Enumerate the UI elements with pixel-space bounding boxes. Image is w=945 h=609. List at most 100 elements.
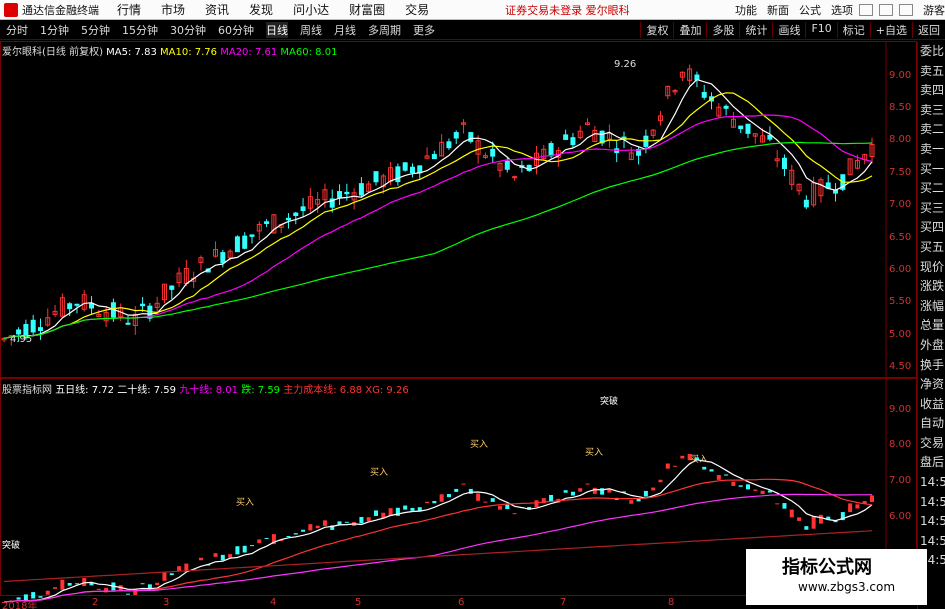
indicator-line4: 跌: 7.59 [241, 385, 281, 396]
signal-candle [673, 465, 678, 467]
signal-candle [228, 554, 233, 558]
quote-label: 涨幅 [920, 298, 945, 313]
sub-five-day-line [3, 459, 873, 603]
quote-label: 买三 [920, 200, 945, 215]
indicator-line5: 主力成本线: 6.88 [283, 385, 363, 396]
candle-body [300, 206, 306, 212]
quote-label: 买二 [920, 181, 945, 196]
quote-label: 卖四 [920, 83, 945, 98]
ma10-value: MA10: 7.76 [160, 47, 218, 58]
side-tab[interactable]: 交易 [918, 434, 945, 454]
signal-candle [643, 490, 648, 497]
price-tick: 4.50 [889, 361, 912, 372]
candle-body [37, 327, 43, 331]
signal-candle [549, 494, 554, 502]
candle-body [803, 199, 809, 208]
signal-candle [38, 596, 43, 598]
signal-candle [162, 572, 167, 581]
signal-candle [322, 520, 327, 526]
signal-candle [490, 498, 495, 502]
candle-body [723, 105, 729, 109]
quote-label: 买一 [920, 161, 945, 176]
candle-body [468, 132, 474, 142]
signal-candle [483, 501, 488, 503]
signal-candle [446, 494, 451, 498]
signal-candle [264, 537, 269, 539]
signal-candle [498, 505, 502, 510]
watermark-title: 指标公式网 [782, 557, 872, 578]
candle-body [337, 191, 343, 198]
sub-tick: 8.00 [889, 439, 912, 450]
signal-candle [242, 545, 247, 553]
candle-body [701, 91, 707, 98]
quote-label: 涨跌 [920, 279, 945, 294]
signal-candle [45, 590, 50, 595]
signal-candle [213, 553, 218, 557]
candle-body [169, 285, 175, 290]
signal-candle [789, 509, 794, 518]
side-tab[interactable]: 盘后 [918, 453, 945, 473]
ma5-value: MA5: 7.83 [106, 47, 157, 58]
signal-candle [804, 526, 809, 530]
candle-body [285, 217, 291, 221]
signal-candle [96, 588, 101, 590]
quote-label: 委比 [920, 44, 945, 58]
signal-candle [658, 479, 663, 483]
signal-candle [359, 516, 364, 524]
signal-candle [534, 500, 539, 507]
quote-label: 卖三 [920, 102, 945, 117]
price-tick: 6.50 [889, 232, 912, 243]
candle-body [234, 236, 240, 253]
candle-body [264, 221, 270, 225]
quote-label: 卖五 [920, 63, 945, 78]
high-price-label: 9.26 [614, 59, 636, 70]
main-legend: 爱尔眼科(日线 前复权) MA5: 7.83 MA10: 7.76 MA20: … [2, 43, 337, 58]
signal-candle [388, 508, 393, 516]
signal-candle [53, 587, 58, 589]
buy-signal: 买入 [370, 467, 388, 478]
side-tab[interactable]: 自动 [918, 414, 945, 434]
signal-candle [870, 495, 874, 503]
signal-candle [169, 573, 174, 576]
price-tick: 8.50 [889, 102, 912, 113]
buy-signal: 买入 [236, 497, 254, 508]
candle-body [249, 234, 255, 237]
ma10-line [3, 92, 873, 339]
x-label: 8 [668, 597, 675, 608]
break-signal: 突破 [2, 539, 20, 551]
signal-candle [235, 546, 240, 555]
signal-candle [505, 504, 510, 510]
signal-candle [680, 455, 685, 459]
signal-candle [126, 593, 130, 595]
signal-candle [198, 557, 203, 561]
watermark-url: www.zbgs3.com [798, 580, 896, 594]
price-tick: 6.00 [889, 264, 912, 275]
candle-body [504, 160, 510, 170]
signal-candle [301, 529, 306, 532]
user-guest[interactable]: 游客 [923, 2, 945, 18]
candle-body [140, 303, 146, 307]
signal-candle [337, 521, 342, 525]
signal-candle [512, 513, 517, 515]
kline-chart[interactable]: 9.264.95买入买入买入买入买入突破突破 [0, 0, 917, 609]
signal-candle [476, 493, 481, 501]
signal-candle [461, 483, 466, 485]
quote-label: 外盘 [920, 337, 945, 352]
x-label: 7 [560, 597, 567, 608]
signal-candle [848, 503, 853, 513]
signal-candle [344, 521, 349, 523]
candle-body [89, 302, 95, 309]
signal-candle [760, 490, 765, 495]
indicator-name: 股票指标网 [2, 385, 52, 396]
sub-ninety-line [3, 493, 873, 603]
candle-body [402, 162, 408, 171]
candle-body [548, 143, 554, 157]
signal-candle [782, 503, 787, 509]
signal-candle [563, 490, 568, 493]
low-price-label: 4.95 [10, 334, 32, 345]
signal-candle [67, 582, 72, 586]
signal-candle [74, 583, 79, 585]
signal-candle [315, 525, 320, 529]
indicator-line6: XG: 9.26 [365, 385, 409, 396]
signal-candle [308, 524, 313, 531]
